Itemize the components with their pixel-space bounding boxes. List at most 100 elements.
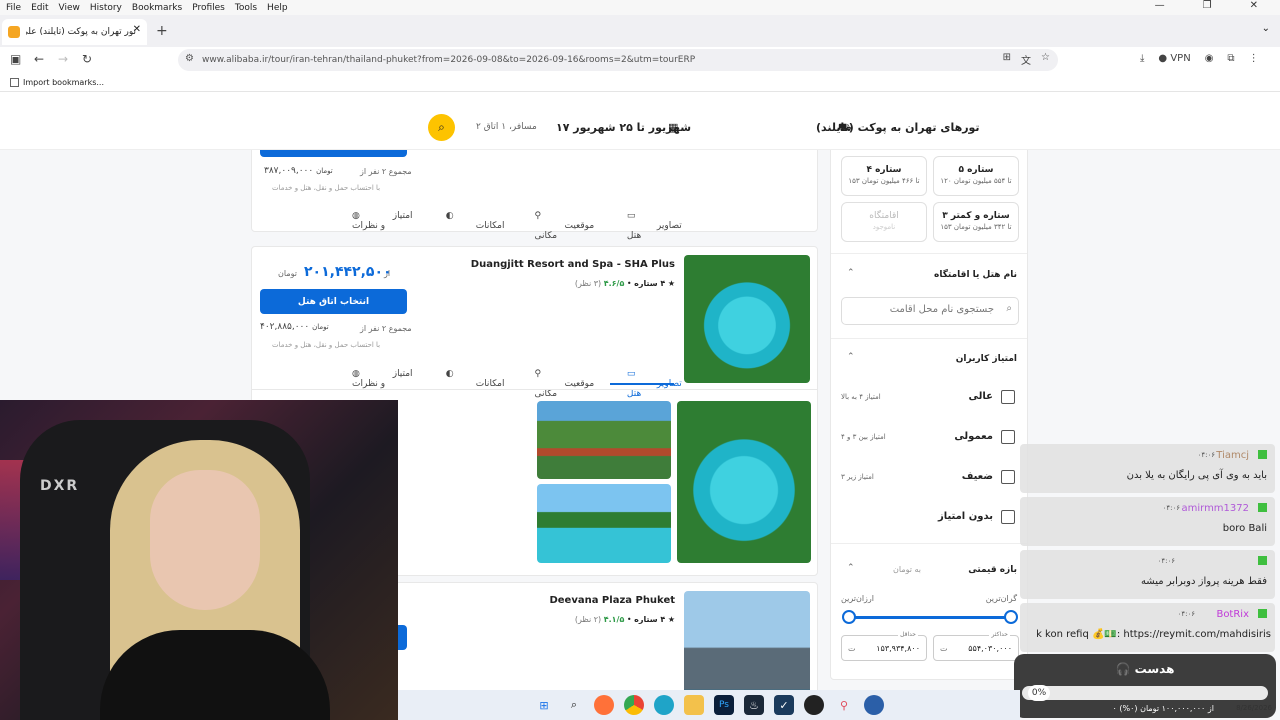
menu-bookmarks[interactable]: Bookmarks [132, 3, 182, 13]
chevron-up-icon[interactable]: ⌃ [847, 352, 855, 362]
chrome-icon[interactable] [624, 695, 644, 715]
map-pin-icon[interactable]: ⚲ [834, 695, 854, 715]
rating-excellent-checkbox[interactable] [1001, 390, 1015, 404]
tab-hotel-images-0[interactable]: ▭ تصاویر هتل [627, 211, 682, 241]
back-icon[interactable]: ← [34, 52, 44, 66]
gallery-image-pool[interactable] [537, 484, 671, 563]
hotel-name-2[interactable]: Deevana Plaza Phuket [549, 595, 675, 606]
menu-profiles[interactable]: Profiles [192, 3, 225, 13]
tab-amenities-1[interactable]: ◐ امکانات [446, 369, 505, 399]
file-explorer-icon[interactable] [684, 695, 704, 715]
chat-message: ۰۴:۰۶ فقط هرینه پرواز دوبرابر میشه [1020, 550, 1275, 599]
passenger-count[interactable]: ۲ مسافر، ۱ اتاق [476, 122, 537, 132]
hotel-price-1: ۲۰۱,۴۴۲,۵۰۰ [304, 264, 392, 280]
rating-weak-checkbox[interactable] [1001, 470, 1015, 484]
menu-help[interactable]: Help [267, 3, 288, 13]
bookmark-star-icon[interactable]: ☆ [1041, 52, 1050, 67]
donation-percent: 0% [1028, 685, 1050, 701]
chat-badge-icon [1258, 503, 1267, 512]
tour-title[interactable]: تورهای تهران به پوکت (تایلند) [816, 121, 980, 134]
account-icon[interactable]: ◉ [1205, 53, 1214, 64]
tab-location-0[interactable]: ⚲ موقعیت مکانی [534, 211, 596, 241]
hotel-name-1[interactable]: Duangjitt Resort and Spa - SHA Plus [471, 259, 675, 270]
obs-icon[interactable] [804, 695, 824, 715]
chat-username: BotRix [1216, 609, 1249, 620]
translate-icon[interactable]: 文 [1021, 52, 1031, 67]
menu-tools[interactable]: Tools [235, 3, 257, 13]
import-bookmarks-link[interactable]: Import bookmarks... [23, 78, 104, 87]
tab-reviews-0[interactable]: ◍ امتیاز و نظرات [352, 211, 416, 241]
gallery-image-main[interactable] [677, 401, 811, 563]
url-text: www.alibaba.ir/tour/iran-tehran/thailand… [202, 55, 696, 65]
hotel-card-0: مجموع ۲ نفر از ۳۸۷,۰۰۹,۰۰۰ تومان با احتس… [251, 150, 818, 241]
most-expensive-label: گران‌ترین [985, 594, 1017, 603]
install-icon[interactable]: ⊞ [1003, 52, 1011, 67]
browser-tab[interactable]: تور تهران به پوکت (تایلند) علی بابا ✕ [2, 19, 147, 45]
search-button[interactable]: ⌕ [428, 114, 455, 141]
tab-amenities-0[interactable]: ◐ امکانات [446, 211, 505, 241]
tour-dates[interactable]: ۱۷ شهریور تا ۲۵ شهریور [556, 121, 691, 134]
edge-icon[interactable] [654, 695, 674, 715]
more-menu-icon[interactable]: ⋮ [1249, 53, 1259, 64]
gallery-image-resort[interactable] [537, 401, 671, 479]
divider [831, 543, 1027, 544]
rating-none-checkbox[interactable] [1001, 510, 1015, 524]
app-circle-icon[interactable] [864, 695, 884, 715]
price-slider-max-handle[interactable] [1004, 610, 1018, 624]
min-price-field[interactable]: حداقل ۱۵۳,۹۳۴,۸۰۰ ت [841, 631, 927, 661]
filter-5-star[interactable]: ۵ ستاره ۱۲۰ تا ۵۵۴ میلیون تومان [933, 156, 1019, 196]
chevron-up-icon[interactable]: ⌃ [847, 268, 855, 278]
reload-icon[interactable]: ↻ [82, 52, 92, 66]
divider [831, 253, 1027, 254]
steam-icon[interactable]: ♨ [744, 695, 764, 715]
minimize-icon[interactable]: — [1155, 0, 1165, 11]
sidebar-icon[interactable]: ▣ [10, 52, 21, 66]
price-slider-min-handle[interactable] [842, 610, 856, 624]
vpn-button[interactable]: ● VPN [1158, 53, 1190, 64]
forward-icon[interactable]: → [58, 52, 68, 66]
extensions-icon[interactable]: ⧉ [1227, 53, 1234, 64]
chat-time: ۰۴:۰۶ [1157, 557, 1175, 565]
rating-normal-checkbox[interactable] [1001, 430, 1015, 444]
menu-file[interactable]: File [6, 3, 21, 13]
max-price-field[interactable]: حداکثر ۵۵۴,۰۳۰,۰۰۰ ت [933, 631, 1019, 661]
firefox-icon[interactable] [594, 695, 614, 715]
chevron-up-icon[interactable]: ⌃ [847, 563, 855, 573]
start-menu-icon[interactable]: ⊞ [534, 695, 554, 715]
tab-reviews-1[interactable]: ◍ امتیاز و نظرات [352, 369, 416, 399]
price-range-title: بازه قیمتی [968, 565, 1017, 575]
search-icon[interactable]: ⌕ [564, 695, 584, 715]
rating-excellent-sub: امتیاز ۴ به بالا [841, 393, 881, 401]
restore-icon[interactable]: ❐ [1203, 0, 1212, 11]
filter-4-star[interactable]: ۴ ستاره ۱۵۳ تا ۴۶۶ میلیون تومان [841, 156, 927, 196]
tab-location-1[interactable]: ⚲ موقعیت مکانی [534, 369, 596, 399]
site-header: ⛟ تورهای تهران به پوکت (تایلند) ▦ ۱۷ شهر… [0, 92, 1280, 150]
chat-time: ۰۴:۰۶ [1197, 451, 1215, 459]
hotel-thumbnail-1[interactable] [684, 255, 810, 383]
alibaba-favicon-icon [8, 26, 20, 38]
tab-list-icon[interactable]: ⌄ [1262, 23, 1270, 34]
currency-1: تومان [278, 269, 297, 278]
menu-view[interactable]: View [59, 3, 80, 13]
divider [252, 389, 817, 390]
close-tab-icon[interactable]: ✕ [133, 24, 141, 35]
address-bar[interactable]: ⚙ www.alibaba.ir/tour/iran-tehran/thaila… [178, 49, 1058, 71]
filter-3-star[interactable]: ۳ ستاره و کمتر ۱۵۳ تا ۳۴۲ میلیون تومان [933, 202, 1019, 242]
photoshop-icon[interactable]: Ps [714, 695, 734, 715]
chat-text: boro Bali [1222, 523, 1267, 534]
filter-residence: اقامتگاه ناموجود [841, 202, 927, 242]
site-info-icon[interactable]: ⚙ [185, 53, 194, 64]
user-rating-title: امتیاز کاربران [955, 354, 1017, 364]
new-tab-icon[interactable]: + [156, 23, 168, 39]
download-icon[interactable]: ⤓ [1140, 53, 1144, 64]
menu-edit[interactable]: Edit [31, 3, 48, 13]
app-icon[interactable]: ✓ [774, 695, 794, 715]
price-slider-track[interactable] [849, 616, 1011, 619]
hotel-search-input[interactable]: جستجوی نام محل اقامت ⌕ [841, 297, 1019, 325]
close-window-icon[interactable]: ✕ [1250, 0, 1258, 11]
price-note-0: با احتساب حمل و نقل، هتل و خدمات [272, 184, 381, 192]
select-room-button-0[interactable] [260, 150, 407, 157]
select-room-button-1[interactable]: انتخاب اتاق هتل [260, 289, 407, 314]
menu-history[interactable]: History [90, 3, 122, 13]
bookmarks-bar: Import bookmarks... [0, 73, 1280, 92]
